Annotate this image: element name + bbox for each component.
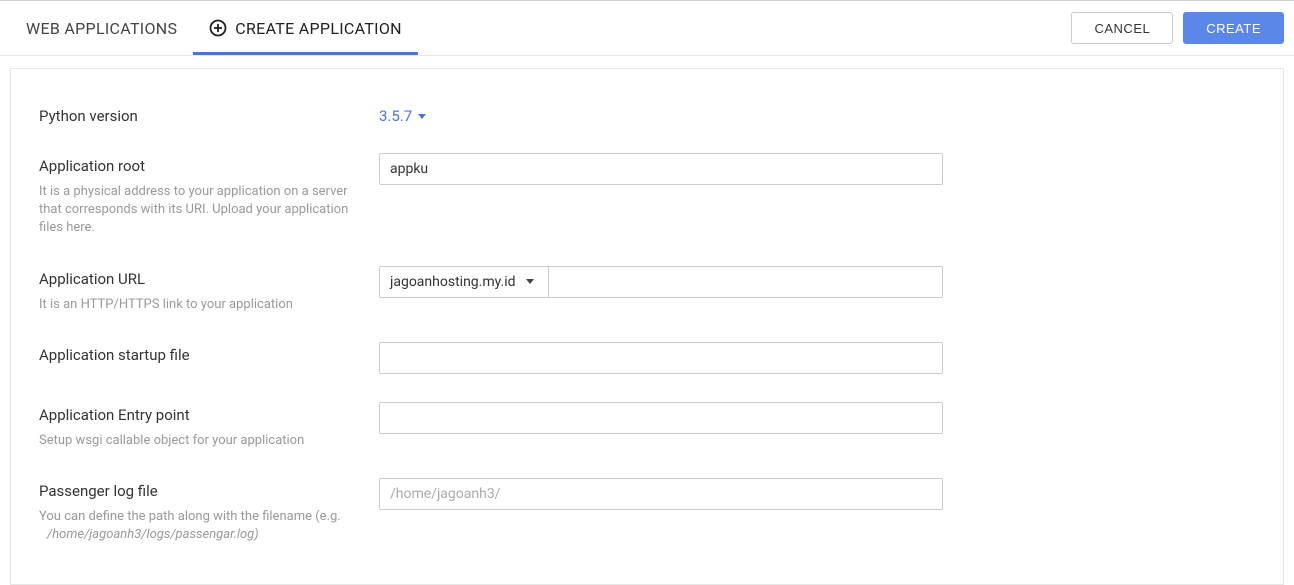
label-entry-point: Application Entry point [39, 402, 359, 424]
application-root-input[interactable] [379, 153, 943, 185]
row-startup-file: Application startup file [39, 342, 1255, 374]
row-python-version: Python version 3.5.7 [39, 103, 1255, 125]
top-bar: WEB APPLICATIONS CREATE APPLICATION CANC… [0, 0, 1294, 56]
caret-down-icon [418, 114, 426, 119]
cancel-button[interactable]: CANCEL [1071, 12, 1173, 44]
tabs: WEB APPLICATIONS CREATE APPLICATION [10, 1, 418, 55]
url-domain-value: jagoanhosting.my.id [390, 274, 516, 290]
tab-web-applications[interactable]: WEB APPLICATIONS [10, 1, 193, 55]
create-button[interactable]: CREATE [1183, 12, 1284, 44]
help-application-root: It is a physical address to your applica… [39, 183, 359, 238]
startup-file-input[interactable] [379, 342, 943, 374]
python-version-select[interactable]: 3.5.7 [379, 103, 426, 125]
label-passenger-log: Passenger log file [39, 478, 359, 500]
content-panel: Python version 3.5.7 Application root It… [10, 68, 1284, 585]
plus-circle-icon [209, 19, 227, 37]
url-path-input[interactable] [549, 266, 943, 298]
top-actions: CANCEL CREATE [1071, 12, 1284, 44]
url-input-group: jagoanhosting.my.id [379, 266, 943, 298]
tab-label: WEB APPLICATIONS [26, 19, 177, 38]
row-application-url: Application URL It is an HTTP/HTTPS link… [39, 266, 1255, 314]
label-application-root: Application root [39, 153, 359, 175]
label-python-version: Python version [39, 103, 359, 125]
passenger-log-input[interactable] [379, 478, 943, 510]
help-entry-point: Setup wsgi callable object for your appl… [39, 432, 359, 450]
url-domain-select[interactable]: jagoanhosting.my.id [379, 266, 549, 298]
entry-point-input[interactable] [379, 402, 943, 434]
caret-down-icon [526, 279, 534, 284]
row-application-root: Application root It is a physical addres… [39, 153, 1255, 238]
help-passenger-log: You can define the path along with the f… [39, 508, 359, 544]
tab-create-application[interactable]: CREATE APPLICATION [193, 1, 418, 55]
label-application-url: Application URL [39, 266, 359, 288]
row-entry-point: Application Entry point Setup wsgi calla… [39, 402, 1255, 450]
tab-label: CREATE APPLICATION [235, 19, 402, 38]
row-passenger-log: Passenger log file You can define the pa… [39, 478, 1255, 544]
label-startup-file: Application startup file [39, 342, 359, 364]
help-application-url: It is an HTTP/HTTPS link to your applica… [39, 296, 359, 314]
python-version-value: 3.5.7 [379, 107, 412, 125]
